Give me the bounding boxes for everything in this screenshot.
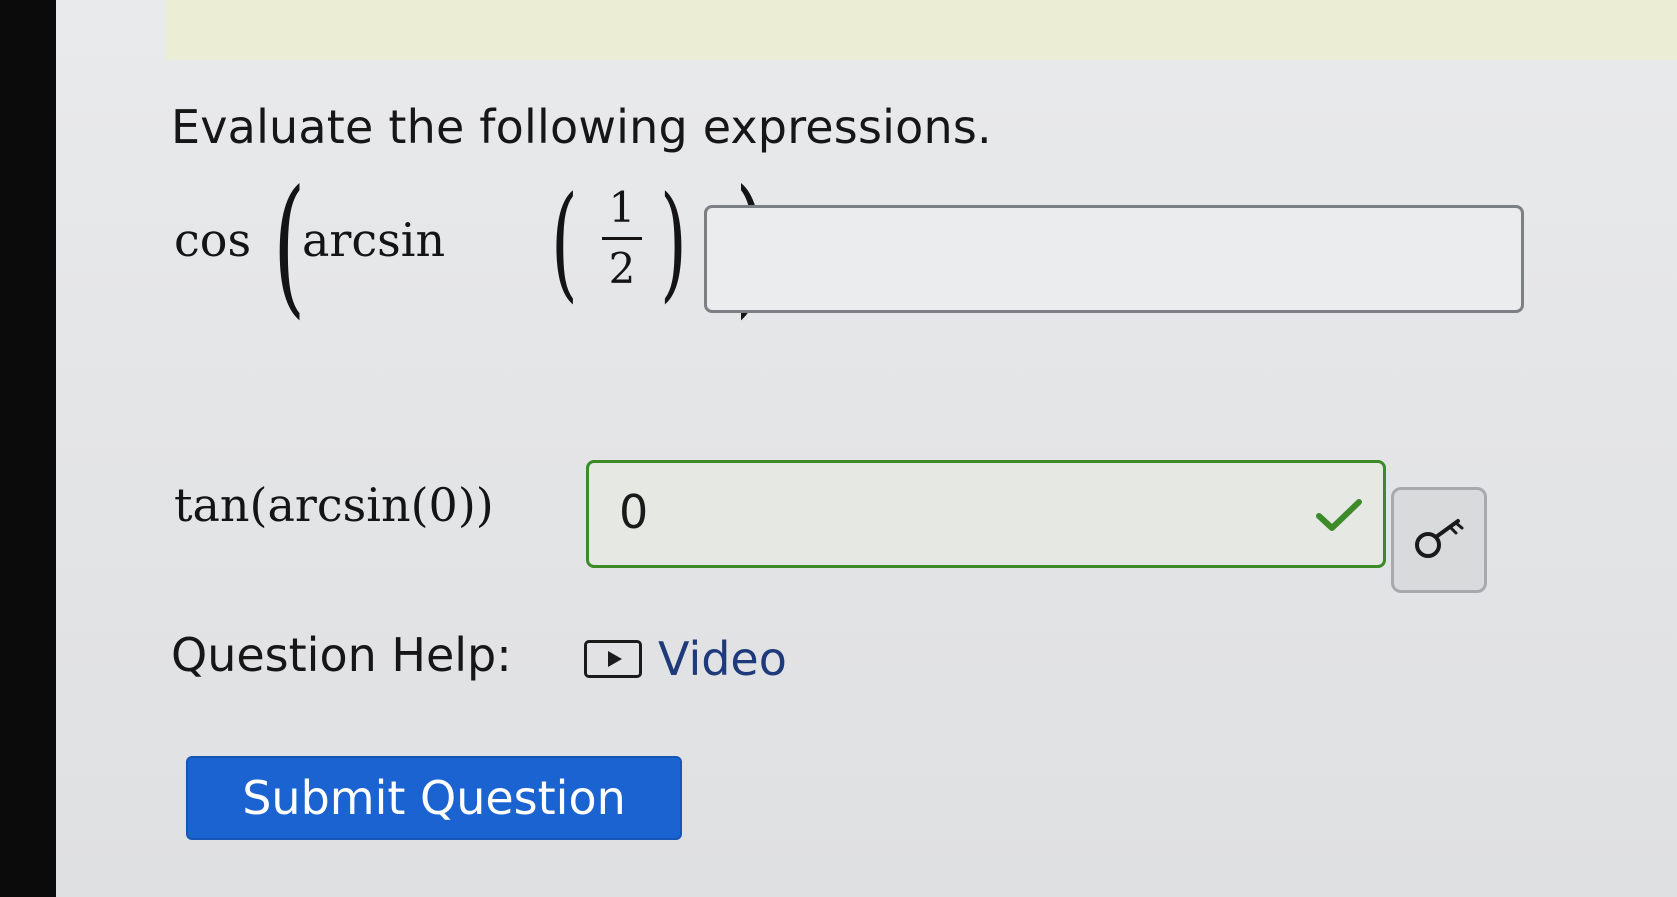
expression-1-outer-fn: cos xyxy=(174,213,252,267)
fraction-denominator: 2 xyxy=(608,244,636,293)
key-icon xyxy=(1415,519,1464,558)
video-link-label: Video xyxy=(658,632,787,686)
answer-input-1[interactable] xyxy=(704,205,1524,313)
paren-open-inner: ( xyxy=(550,170,578,315)
play-icon xyxy=(584,640,642,678)
fraction: 1 2 xyxy=(602,183,642,294)
question-prompt: Evaluate the following expressions. xyxy=(171,100,992,154)
expression-2: tan(arcsin(0)) xyxy=(174,478,494,532)
monitor-bezel xyxy=(0,0,56,897)
question-help-label: Question Help: xyxy=(171,628,512,682)
answer-key-button[interactable] xyxy=(1391,487,1487,593)
top-band xyxy=(166,0,1677,60)
submit-question-button[interactable]: Submit Question xyxy=(186,756,682,840)
answer-input-2[interactable]: 0 xyxy=(586,460,1386,568)
fraction-numerator: 1 xyxy=(608,183,636,232)
paren-open-outer: ( xyxy=(273,159,306,333)
page: Evaluate the following expressions. cos … xyxy=(56,0,1677,897)
check-icon xyxy=(1316,499,1362,531)
paren-close-inner: ) xyxy=(659,170,687,315)
video-help-link[interactable]: Video xyxy=(584,632,787,686)
answer-input-2-value: 0 xyxy=(619,485,649,539)
fraction-bar xyxy=(602,237,642,240)
expression-1-inner-fn: arcsin xyxy=(302,213,446,267)
